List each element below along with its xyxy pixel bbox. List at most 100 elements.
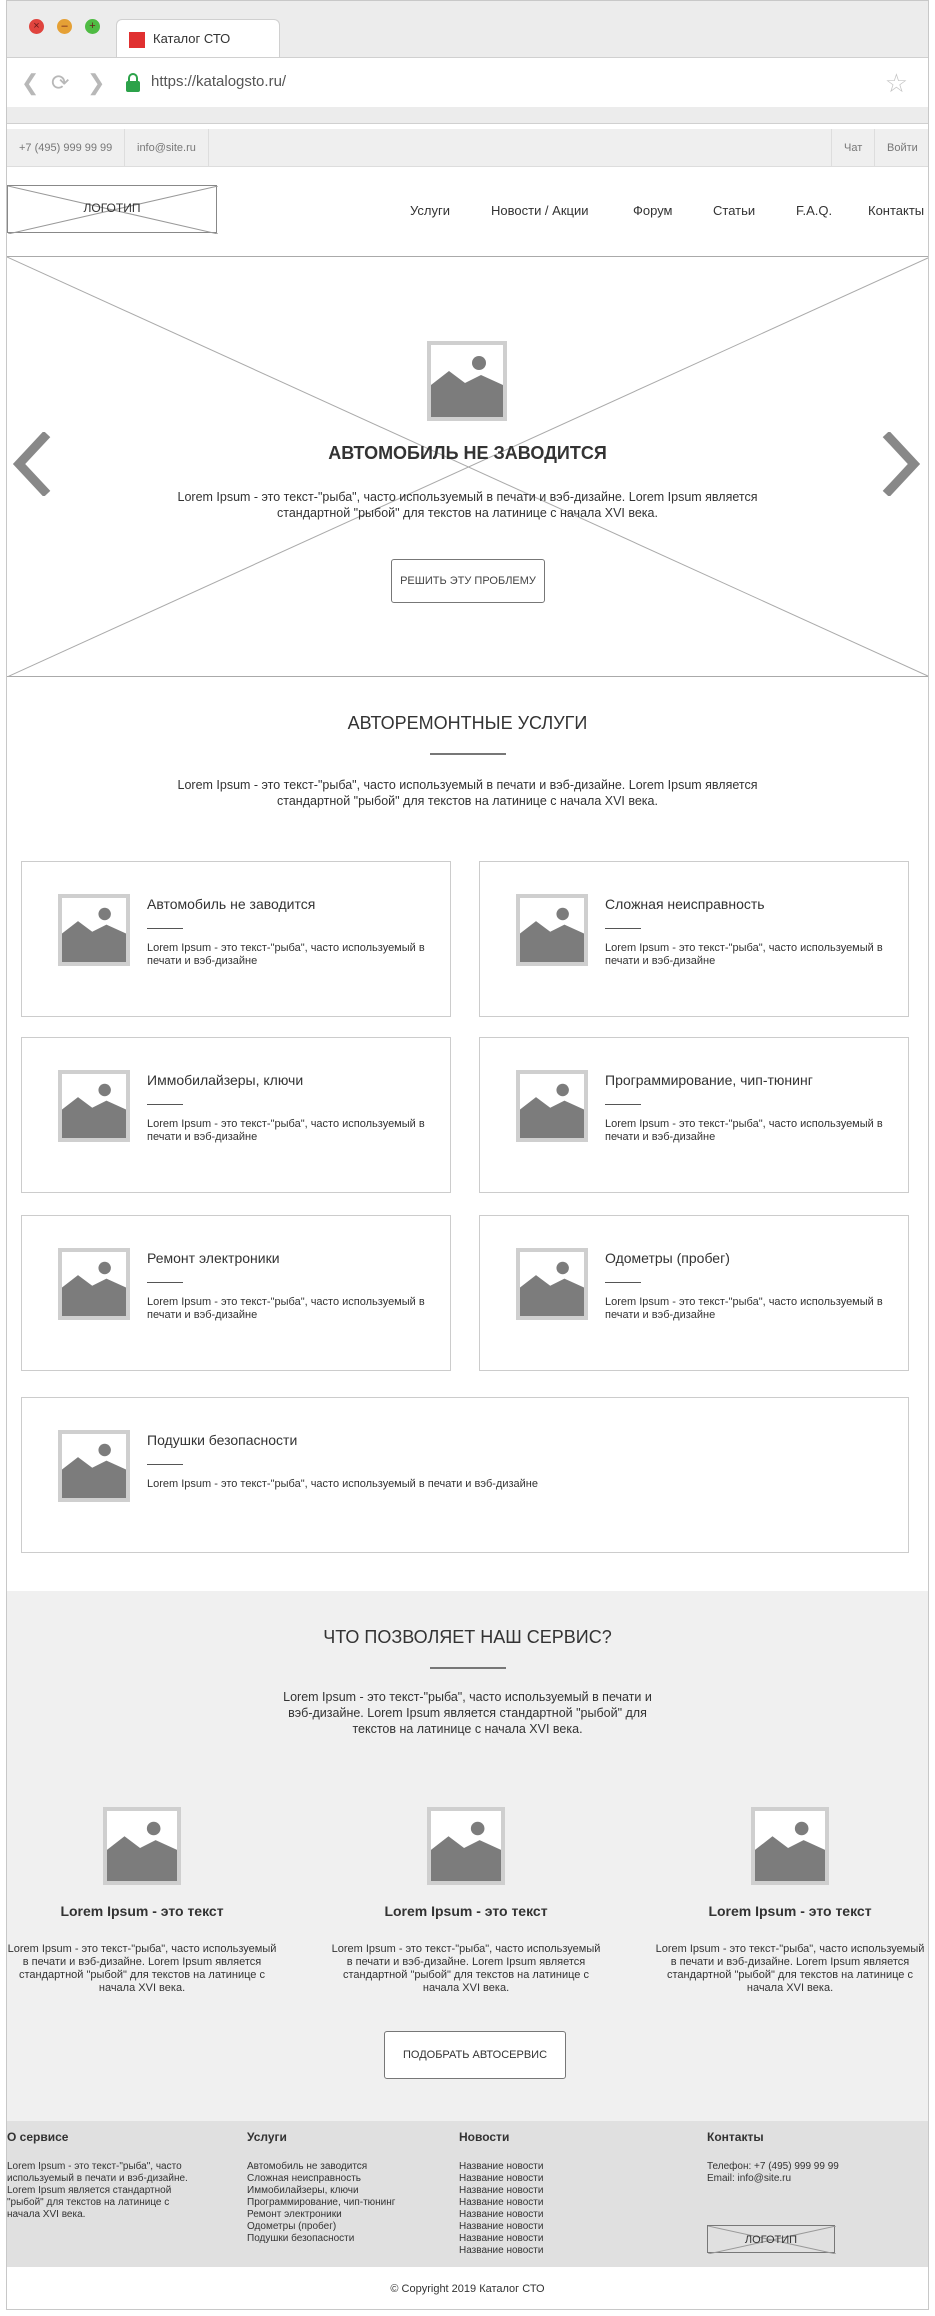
top-email[interactable]: info@site.ru (125, 129, 209, 167)
image-icon (431, 345, 503, 417)
service-title: Иммобилайзеры, ключи (147, 1072, 304, 1088)
browser-window: × – + Каталог СТО ❮ ⟳ ❯ https://katalogs… (6, 0, 929, 2310)
footer-news-link[interactable]: Название новости (459, 2197, 543, 2209)
footer-email[interactable]: Email: info@site.ru (707, 2173, 839, 2185)
menu-item-contacts[interactable]: Контакты (868, 203, 924, 218)
forward-icon[interactable]: ❯ (87, 70, 105, 96)
footer-services-link[interactable]: Одометры (пробег) (247, 2221, 395, 2233)
image-icon (107, 1811, 177, 1881)
menu-item-news[interactable]: Новости / Акции (491, 203, 589, 218)
service-card[interactable]: Подушки безопасности Lorem Ipsum - это те… (21, 1397, 909, 1553)
service-image (516, 1070, 588, 1142)
service-card[interactable]: Программирование, чип-тюнинг Lorem Ipsum … (479, 1037, 909, 1193)
find-service-button[interactable]: ПОДОБРАТЬ АВТОСЕРВИС (384, 2031, 566, 2079)
reload-icon[interactable]: ⟳ (51, 70, 69, 96)
site-footer: О сервисе Lorem Ipsum - это текст-"рыба"… (7, 2121, 928, 2267)
service-divider (605, 1104, 641, 1105)
service-divider (605, 1282, 641, 1283)
service-divider (147, 1464, 183, 1465)
service-title: Автомобиль не заводится (147, 896, 316, 912)
solve-problem-button[interactable]: РЕШИТЬ ЭТУ ПРОБЛЕМУ (391, 559, 545, 603)
menu-item-services[interactable]: Услуги (410, 203, 450, 218)
features-text: Lorem Ipsum - это текст-"рыба", часто ис… (283, 1690, 652, 1736)
hero-title: АВТОМОБИЛЬ НЕ ЗАВОДИТСЯ (328, 443, 607, 463)
footer-news-link[interactable]: Название новости (459, 2233, 543, 2245)
feature-item: Lorem Ipsum - это текст Lorem Ipsum - это… (655, 1807, 925, 1995)
feature-text: Lorem Ipsum - это текст-"рыба", часто ис… (7, 1943, 277, 1994)
menu-item-articles[interactable]: Статьи (713, 203, 755, 218)
maximize-icon[interactable]: + (85, 19, 100, 34)
footer-news-title: Новости (459, 2130, 510, 2144)
service-image (58, 1430, 130, 1502)
footer-services-link[interactable]: Ремонт электроники (247, 2209, 395, 2221)
footer-news-link[interactable]: Название новости (459, 2221, 543, 2233)
lock-icon (126, 73, 140, 92)
footer-services: Услуги Автомобиль не заводится Сложная не… (247, 2131, 395, 2245)
site-favicon-icon (129, 32, 145, 48)
footer-contacts-title: Контакты (707, 2130, 764, 2144)
service-title: Программирование, чип-тюнинг (605, 1072, 813, 1088)
hero-text: Lorem Ipsum - это текст-"рыба", часто ис… (177, 490, 758, 520)
hero-image (427, 341, 507, 421)
menu-item-faq[interactable]: F.A.Q. (796, 203, 832, 218)
service-title: Сложная неисправность (605, 896, 765, 912)
site-logo[interactable]: ЛОГОТИП (7, 185, 218, 234)
footer-news-link[interactable]: Название новости (459, 2161, 543, 2173)
login-link[interactable]: Войти (875, 129, 928, 167)
site-header: ЛОГОТИП Услуги Новости / Акции Форум Ста… (7, 167, 928, 257)
services-divider (430, 753, 506, 755)
service-title: Ремонт электроники (147, 1250, 280, 1266)
slider-prev-arrow-icon[interactable] (13, 432, 53, 496)
url-text[interactable]: https://katalogsto.ru/ (151, 73, 286, 90)
top-phone[interactable]: +7 (495) 999 99 99 (7, 129, 126, 167)
footer-services-link[interactable]: Автомобиль не заводится (247, 2161, 395, 2173)
minimize-icon[interactable]: – (57, 19, 72, 34)
footer-news-link[interactable]: Название новости (459, 2245, 543, 2257)
service-card[interactable]: Иммобилайзеры, ключи Lorem Ipsum - это те… (21, 1037, 451, 1193)
features-divider (430, 1667, 506, 1669)
image-icon (431, 1811, 501, 1881)
copyright: © Copyright 2019 Каталог СТО (390, 2283, 545, 2295)
feature-text: Lorem Ipsum - это текст-"рыба", часто ис… (331, 1943, 601, 1994)
feature-item: Lorem Ipsum - это текст Lorem Ipsum - это… (331, 1807, 601, 1995)
back-icon[interactable]: ❮ (21, 70, 39, 96)
footer-news-link[interactable]: Название новости (459, 2173, 543, 2185)
footer-news: Новости Название новости Название новости… (459, 2131, 543, 2257)
bookmark-star-icon[interactable]: ☆ (885, 68, 908, 99)
service-card[interactable]: Ремонт электроники Lorem Ipsum - это текс… (21, 1215, 451, 1371)
feature-item: Lorem Ipsum - это текст Lorem Ipsum - это… (7, 1807, 277, 1995)
service-title: Одометры (пробег) (605, 1250, 730, 1266)
image-icon (62, 1252, 126, 1316)
close-icon[interactable]: × (29, 19, 44, 34)
chat-link[interactable]: Чат (831, 129, 876, 167)
service-divider (147, 1104, 183, 1105)
footer-services-link[interactable]: Иммобилайзеры, ключи (247, 2185, 395, 2197)
footer-about-title: О сервисе (7, 2130, 69, 2144)
image-icon (520, 1074, 584, 1138)
footer-logo[interactable]: ЛОГОТИП (707, 2225, 836, 2254)
image-icon (62, 898, 126, 962)
service-card[interactable]: Одометры (пробег) Lorem Ipsum - это текст… (479, 1215, 909, 1371)
footer-services-link[interactable]: Программирование, чип-тюнинг (247, 2197, 395, 2209)
feature-image (103, 1807, 181, 1885)
footer-services-link[interactable]: Сложная неисправность (247, 2173, 395, 2185)
menu-item-forum[interactable]: Форум (633, 203, 673, 218)
features-section: ЧТО ПОЗВОЛЯЕТ НАШ СЕРВИС? Lorem Ipsum - … (7, 1591, 928, 2121)
service-card[interactable]: Автомобиль не заводится Lorem Ipsum - это… (21, 861, 451, 1017)
footer-news-link[interactable]: Название новости (459, 2185, 543, 2197)
footer-news-link[interactable]: Название новости (459, 2209, 543, 2221)
footer-services-link[interactable]: Подушки безопасности (247, 2233, 395, 2245)
service-image (58, 1248, 130, 1320)
feature-title: Lorem Ipsum - это текст (60, 1903, 224, 1919)
address-bar[interactable]: ❮ ⟳ ❯ https://katalogsto.ru/ ☆ (7, 57, 928, 107)
feature-image (751, 1807, 829, 1885)
footer-about-text: Lorem Ipsum - это текст-"рыба", часто ис… (7, 2161, 188, 2220)
service-card[interactable]: Сложная неисправность Lorem Ipsum - это т… (479, 861, 909, 1017)
hero-slider: АВТОМОБИЛЬ НЕ ЗАВОДИТСЯ Lorem Ipsum - эт… (7, 257, 928, 677)
footer-phone[interactable]: Телефон: +7 (495) 999 99 99 (707, 2161, 839, 2173)
services-title: АВТОРЕМОНТНЫЕ УСЛУГИ (347, 713, 588, 733)
service-text: Lorem Ipsum - это текст-"рыба", часто ис… (605, 1118, 883, 1143)
feature-title: Lorem Ipsum - это текст (708, 1903, 872, 1919)
slider-next-arrow-icon[interactable] (880, 432, 920, 496)
browser-tab[interactable]: Каталог СТО (116, 19, 280, 57)
